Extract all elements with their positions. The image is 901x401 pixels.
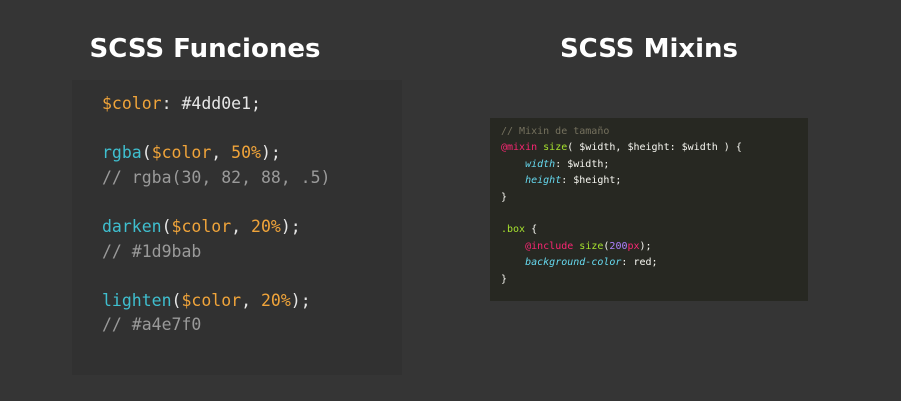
code-line: // rgba(30, 82, 88, .5) xyxy=(102,166,330,191)
code-token: darken xyxy=(102,216,162,236)
code-line: // #a4e7f0 xyxy=(102,313,330,338)
code-line: background-color: red; xyxy=(501,255,742,271)
code-line: @mixin size( $width, $height: $width ) { xyxy=(501,140,742,156)
code-token: 50% xyxy=(231,143,261,163)
code-line: width: $width; xyxy=(501,157,742,173)
code-token: ( xyxy=(161,216,172,236)
code-line: @include size(200px); xyxy=(501,239,742,255)
code-token: 20% xyxy=(251,216,281,236)
code-token: , xyxy=(231,216,252,236)
code-line: // #1d9bab xyxy=(102,240,330,265)
code-line: .box { xyxy=(501,222,742,238)
code-token: ); xyxy=(260,143,281,163)
code-token: ); xyxy=(290,290,311,310)
code-token: ); xyxy=(280,216,301,236)
code-token: // #1d9bab xyxy=(102,241,202,261)
functions-code: $color: #4dd0e1; rgba($color, 50%);// rgb… xyxy=(102,92,330,338)
code-line: darken($color, 20%); xyxy=(102,215,330,240)
code-line: } xyxy=(501,190,742,206)
mixins-code: // Mixin de tamaño @mixin size( $width, $… xyxy=(501,124,742,288)
code-line: lighten($color, 20%); xyxy=(102,289,330,314)
code-token: , xyxy=(241,290,261,310)
code-token: width xyxy=(525,158,556,170)
code-token: : $height; xyxy=(561,175,622,187)
code-token: 200 xyxy=(609,240,628,252)
code-token: ); xyxy=(639,240,652,252)
code-token: ( xyxy=(171,290,182,310)
code-token: size xyxy=(579,240,604,252)
code-token: } xyxy=(501,273,508,285)
code-line: rgba($color, 50%); xyxy=(102,141,330,166)
code-line: // Mixin de tamaño xyxy=(501,124,742,140)
code-token: lighten xyxy=(102,290,172,310)
code-token: $color xyxy=(171,216,232,236)
code-token: background-color xyxy=(525,257,622,269)
code-token: rgba xyxy=(102,143,142,163)
scss-mixins-title: SCSS Mixins xyxy=(559,34,739,64)
code-token: size xyxy=(543,142,568,154)
code-token: @include xyxy=(525,240,574,252)
code-token: } xyxy=(501,191,508,203)
code-token: , xyxy=(211,143,232,163)
scss-funciones-title: SCSS Funciones xyxy=(89,34,321,64)
code-token: height xyxy=(525,175,562,187)
code-token: $color xyxy=(151,143,212,163)
code-token: #4dd0e1; xyxy=(181,94,261,113)
functions-code-panel: $color: #4dd0e1; rgba($color, 50%);// rgb… xyxy=(72,80,402,375)
code-line: height: $height; xyxy=(501,173,742,189)
code-token: ( $width, $height: $width ) { xyxy=(567,142,742,154)
code-token: $color xyxy=(102,94,162,113)
code-token: // rgba(30, 82, 88, .5) xyxy=(102,167,331,187)
mixins-code-panel: // Mixin de tamaño @mixin size( $width, $… xyxy=(490,118,808,301)
code-token: @mixin xyxy=(501,142,538,154)
code-line: } xyxy=(501,272,742,288)
code-token: // Mixin de tamaño xyxy=(501,126,610,137)
code-token: : xyxy=(161,94,182,113)
code-token: $color xyxy=(181,290,242,310)
code-token: 20% xyxy=(260,290,291,310)
code-token: : red; xyxy=(621,257,658,269)
code-token: : $width; xyxy=(555,158,610,170)
code-token: // #a4e7f0 xyxy=(102,315,202,335)
code-token: ( xyxy=(141,143,152,163)
code-token: .box xyxy=(501,224,526,236)
code-line: $color: #4dd0e1; xyxy=(102,92,330,117)
code-token: px xyxy=(627,240,640,252)
code-token: { xyxy=(525,224,538,236)
